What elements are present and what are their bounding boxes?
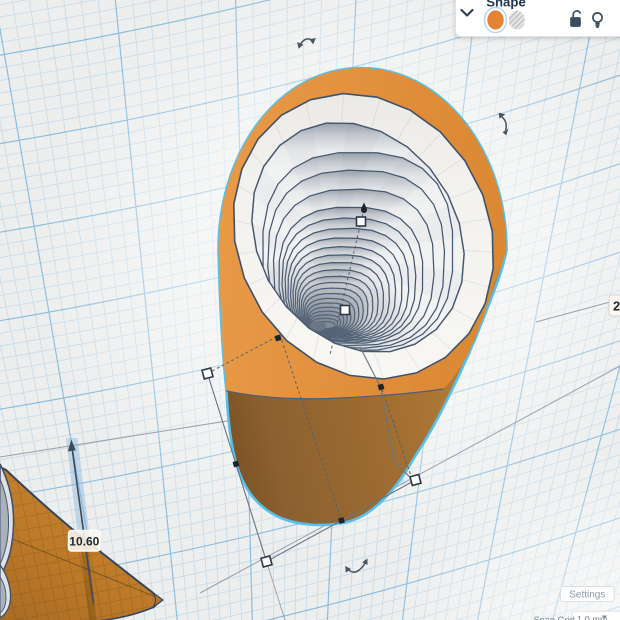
svg-text:Settings: Settings	[569, 589, 605, 600]
svg-text:2: 2	[613, 299, 620, 314]
svg-text:Snap Grid: Snap Grid	[534, 615, 575, 620]
svg-text:10.60: 10.60	[69, 535, 99, 549]
